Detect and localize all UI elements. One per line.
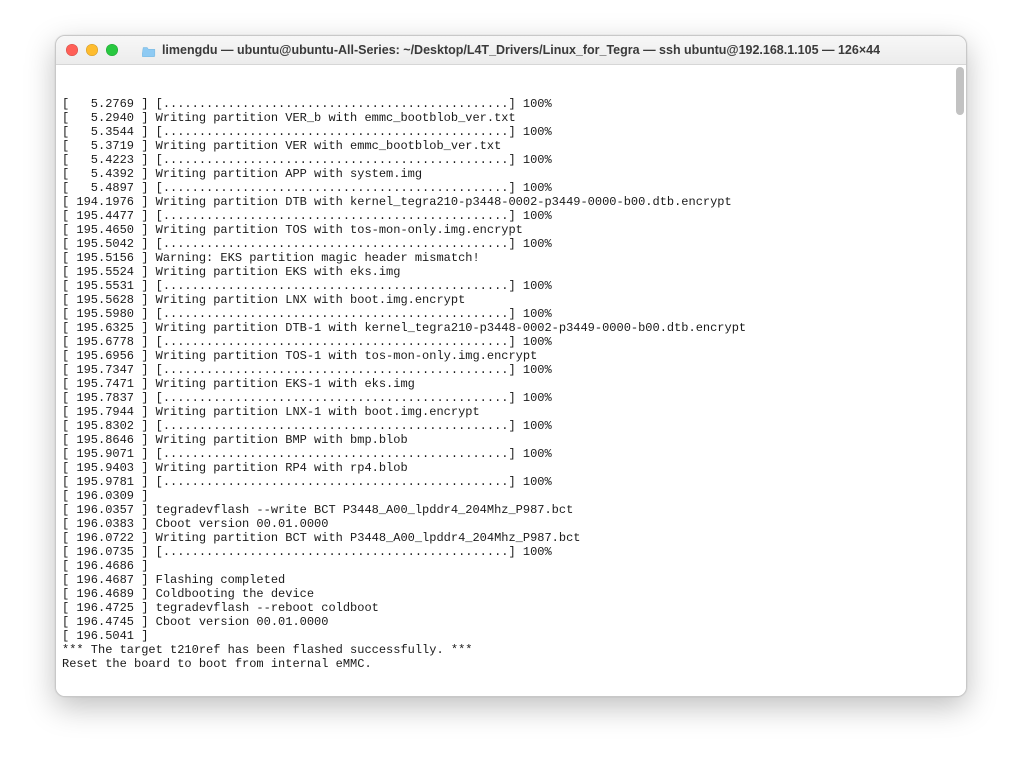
terminal-line: [ 195.9071 ] [..........................… [62, 447, 946, 461]
terminal-line: [ 196.0309 ] [62, 489, 946, 503]
terminal-line: [ 195.8302 ] [..........................… [62, 419, 946, 433]
terminal-line: [ 5.4897 ] [............................… [62, 181, 946, 195]
terminal-line: [ 196.5041 ] [62, 629, 946, 643]
terminal-line: *** The target t210ref has been flashed … [62, 643, 946, 657]
terminal-line: [ 195.7471 ] Writing partition EKS-1 wit… [62, 377, 946, 391]
terminal-output[interactable]: [ 5.2769 ] [............................… [56, 65, 952, 696]
terminal-window: limengdu — ubuntu@ubuntu-All-Series: ~/D… [55, 35, 967, 697]
terminal-line: [ 5.4223 ] [............................… [62, 153, 946, 167]
terminal-line: [ 195.5628 ] Writing partition LNX with … [62, 293, 946, 307]
terminal-line: [ 196.4689 ] Coldbooting the device [62, 587, 946, 601]
terminal-line: [ 194.1976 ] Writing partition DTB with … [62, 195, 946, 209]
terminal-line: [ 195.9403 ] Writing partition RP4 with … [62, 461, 946, 475]
terminal-line: [ 195.8646 ] Writing partition BMP with … [62, 433, 946, 447]
terminal-lines: [ 5.2769 ] [............................… [62, 97, 946, 671]
terminal-line: [ 195.7837 ] [..........................… [62, 391, 946, 405]
close-button[interactable] [66, 44, 78, 56]
scrollbar-thumb[interactable] [956, 67, 964, 115]
terminal-line: [ 196.4686 ] [62, 559, 946, 573]
terminal-line: [ 196.4745 ] Cboot version 00.01.0000 [62, 615, 946, 629]
terminal-line: [ 195.6956 ] Writing partition TOS-1 wit… [62, 349, 946, 363]
terminal-line: [ 195.4650 ] Writing partition TOS with … [62, 223, 946, 237]
terminal-body[interactable]: [ 5.2769 ] [............................… [56, 65, 966, 696]
terminal-line: [ 5.3719 ] Writing partition VER with em… [62, 139, 946, 153]
terminal-line: [ 196.0735 ] [..........................… [62, 545, 946, 559]
terminal-line: [ 196.4725 ] tegradevflash --reboot cold… [62, 601, 946, 615]
maximize-button[interactable] [106, 44, 118, 56]
terminal-line: [ 195.9781 ] [..........................… [62, 475, 946, 489]
terminal-line: [ 196.0357 ] tegradevflash --write BCT P… [62, 503, 946, 517]
terminal-line: [ 195.6778 ] [..........................… [62, 335, 946, 349]
window-controls [56, 44, 118, 56]
terminal-line: [ 195.6325 ] Writing partition DTB-1 wit… [62, 321, 946, 335]
window-title: limengdu — ubuntu@ubuntu-All-Series: ~/D… [162, 43, 880, 57]
terminal-line: [ 196.0383 ] Cboot version 00.01.0000 [62, 517, 946, 531]
terminal-line: [ 195.7944 ] Writing partition LNX-1 wit… [62, 405, 946, 419]
terminal-line: [ 195.5524 ] Writing partition EKS with … [62, 265, 946, 279]
terminal-line: [ 195.5042 ] [..........................… [62, 237, 946, 251]
terminal-line: [ 196.4687 ] Flashing completed [62, 573, 946, 587]
terminal-line: [ 195.5156 ] Warning: EKS partition magi… [62, 251, 946, 265]
folder-icon [142, 44, 156, 56]
titlebar[interactable]: limengdu — ubuntu@ubuntu-All-Series: ~/D… [56, 36, 966, 65]
title-wrap: limengdu — ubuntu@ubuntu-All-Series: ~/D… [56, 43, 966, 57]
terminal-line: [ 5.2769 ] [............................… [62, 97, 946, 111]
terminal-line: [ 195.4477 ] [..........................… [62, 209, 946, 223]
terminal-line: [ 5.4392 ] Writing partition APP with sy… [62, 167, 946, 181]
terminal-line: Reset the board to boot from internal eM… [62, 657, 946, 671]
minimize-button[interactable] [86, 44, 98, 56]
terminal-line: [ 5.2940 ] Writing partition VER_b with … [62, 111, 946, 125]
terminal-line: [ 195.5980 ] [..........................… [62, 307, 946, 321]
terminal-line: [ 195.7347 ] [..........................… [62, 363, 946, 377]
scrollbar-track[interactable] [954, 67, 964, 694]
terminal-line: [ 196.0722 ] Writing partition BCT with … [62, 531, 946, 545]
terminal-line: [ 5.3544 ] [............................… [62, 125, 946, 139]
terminal-line: [ 195.5531 ] [..........................… [62, 279, 946, 293]
